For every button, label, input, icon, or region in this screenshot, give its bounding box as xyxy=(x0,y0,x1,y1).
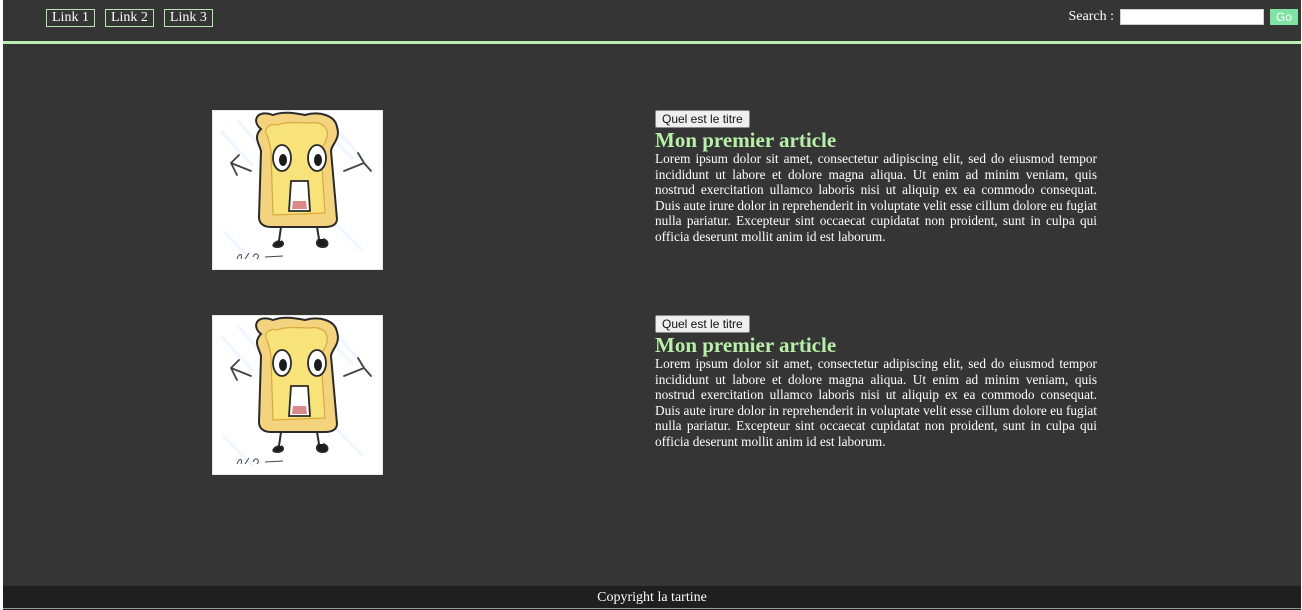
site-header: Link 1 Link 2 Link 3 Search : Go xyxy=(3,0,1301,41)
search-bar: Search : Go xyxy=(1068,9,1298,25)
site-footer: Copyright la tartine xyxy=(3,586,1301,609)
nav-link-1[interactable]: Link 1 xyxy=(46,9,95,27)
nav-link-3[interactable]: Link 3 xyxy=(163,9,213,27)
article-title: Mon premier article xyxy=(655,128,837,152)
search-label: Search : xyxy=(1068,9,1114,24)
toast-illustration-icon xyxy=(213,111,382,269)
show-title-button[interactable]: Quel est le titre xyxy=(655,315,750,333)
show-title-button[interactable]: Quel est le titre xyxy=(655,110,750,128)
article-text: Lorem ipsum dolor sit amet, consectetur … xyxy=(655,151,1097,244)
main-content: Quel est le titre Mon premier article Lo… xyxy=(3,44,1301,586)
article-body: Quel est le titre Mon premier article Lo… xyxy=(655,110,1097,245)
article-body: Quel est le titre Mon premier article Lo… xyxy=(655,315,1097,450)
main-nav: Link 1 Link 2 Link 3 xyxy=(46,9,213,27)
nav-link-2[interactable]: Link 2 xyxy=(104,9,154,27)
article-card: Quel est le titre Mon premier article Lo… xyxy=(3,315,1301,485)
article-image xyxy=(212,315,383,475)
article-text: Lorem ipsum dolor sit amet, consectetur … xyxy=(655,356,1097,449)
article-title: Mon premier article xyxy=(655,333,837,357)
article-image xyxy=(212,110,383,270)
search-input[interactable] xyxy=(1119,9,1264,25)
page-frame: Link 1 Link 2 Link 3 Search : Go Quel es… xyxy=(3,0,1301,610)
go-button[interactable]: Go xyxy=(1269,9,1298,25)
toast-illustration-icon xyxy=(213,316,382,474)
copyright-text: Copyright la tartine xyxy=(597,590,707,605)
article-card: Quel est le titre Mon premier article Lo… xyxy=(3,110,1301,280)
